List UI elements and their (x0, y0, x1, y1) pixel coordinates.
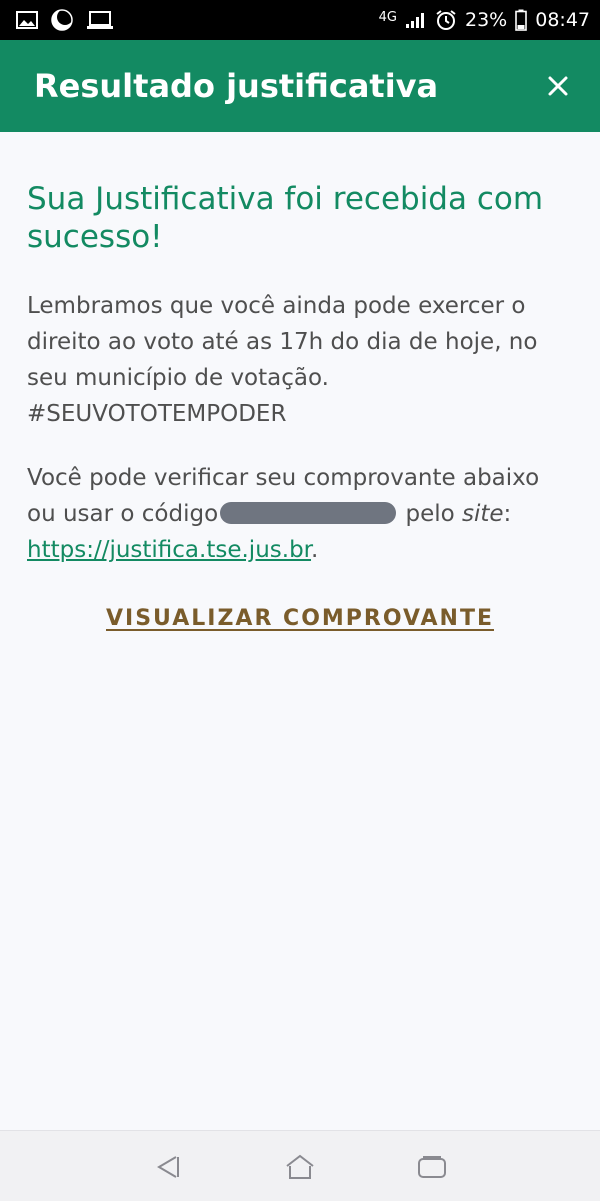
receipt-instructions: Você pode verificar seu comprovante abai… (27, 460, 575, 568)
recents-button[interactable] (414, 1149, 450, 1185)
redacted-code (220, 502, 397, 524)
instructions-pelo: pelo (398, 501, 462, 527)
clock: 08:47 (535, 9, 590, 31)
reminder-text: Lembramos que você ainda pode exercer o … (27, 293, 538, 427)
home-icon (286, 1154, 314, 1179)
back-icon (157, 1156, 179, 1178)
home-button[interactable] (282, 1149, 318, 1185)
status-bar: 4G 23% 08:47 (0, 0, 600, 40)
signal-icon (405, 11, 427, 29)
back-button[interactable] (150, 1149, 186, 1185)
page-title: Resultado justificativa (34, 67, 439, 105)
gallery-icon (16, 11, 38, 29)
instructions-site: site (462, 501, 504, 527)
night-mode-icon (50, 8, 74, 32)
battery-icon (515, 9, 528, 31)
view-receipt-button[interactable]: VISUALIZAR COMPROVANTE (0, 606, 600, 631)
instructions-period: . (311, 537, 319, 563)
close-icon (548, 76, 568, 96)
alarm-icon (435, 9, 457, 31)
status-right: 4G 23% 08:47 (379, 0, 590, 40)
recents-icon (418, 1156, 446, 1178)
app-bar: Resultado justificativa (0, 40, 600, 132)
success-heading: Sua Justificativa foi recebida com suces… (27, 181, 544, 255)
battery-percent: 23% (465, 9, 508, 31)
navigation-bar (0, 1130, 600, 1201)
main-content: Sua Justificativa foi recebida com suces… (27, 180, 575, 563)
laptop-icon (86, 10, 114, 30)
justifica-link[interactable]: https://justifica.tse.jus.br (27, 537, 311, 563)
instructions-colon: : (503, 501, 512, 527)
close-button[interactable] (538, 66, 578, 106)
status-left (16, 0, 114, 40)
network-type: 4G (378, 9, 397, 25)
